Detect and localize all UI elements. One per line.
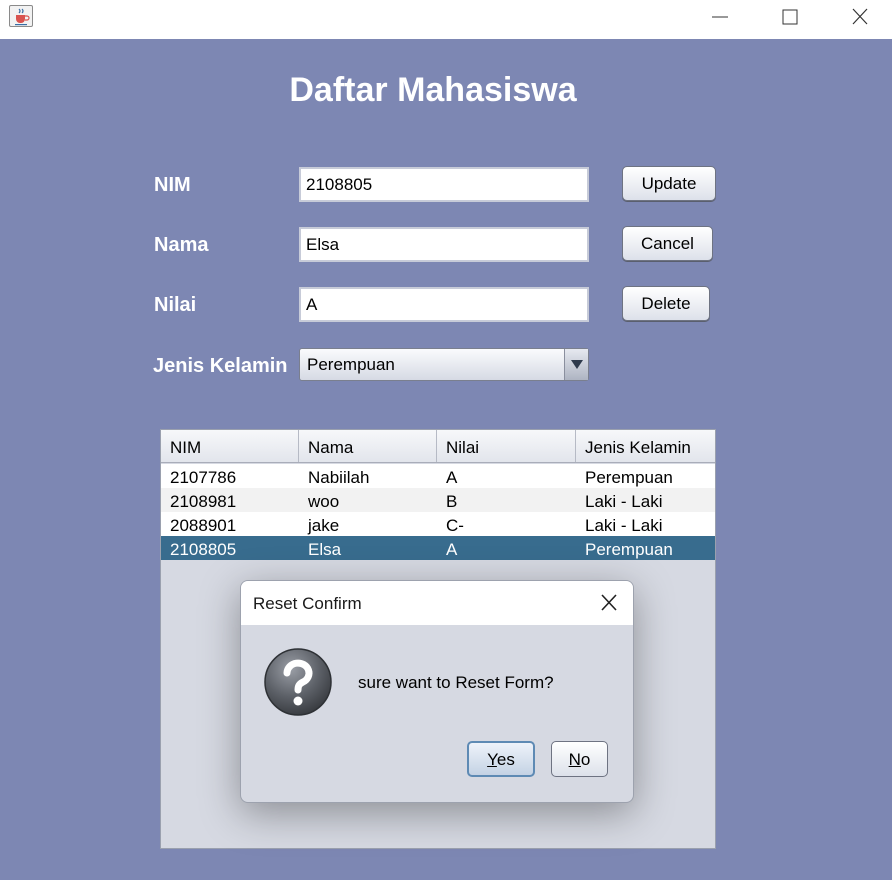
table-cell: 2108805 [170,540,237,559]
cancel-button[interactable]: Cancel [622,226,713,261]
delete-button[interactable]: Delete [622,286,710,321]
table-cell: woo [308,492,340,511]
nim-field[interactable]: 2108805 [299,167,589,202]
table-cell: 2108981 [170,492,237,511]
minimize-icon [712,16,728,18]
table-row[interactable]: 2108981 woo B Laki - Laki [161,488,715,512]
nilai-field[interactable]: A [299,287,589,322]
reset-confirm-dialog: Reset Confirm sure want to Reset Form? Y… [240,580,634,803]
table-cell: Laki - Laki [585,492,663,511]
minimize-button[interactable] [690,0,750,34]
table-row-selected[interactable]: 2108805 Elsa A Perempuan [161,536,715,560]
dialog-message: sure want to Reset Form? [358,673,554,692]
yes-button[interactable]: Yes [467,741,535,777]
table-cell: Laki - Laki [585,516,663,535]
update-button[interactable]: Update [622,166,716,201]
jenis-kelamin-label: Jenis Kelamin [153,355,288,377]
maximize-button[interactable] [760,0,820,34]
window-titlebar [0,0,892,39]
column-header-nama[interactable]: Nama [299,430,437,462]
close-icon [601,594,617,611]
close-window-button[interactable] [830,0,890,34]
table-cell: Elsa [308,540,342,559]
table-cell: B [446,492,458,511]
combo-arrow-button[interactable] [564,349,588,380]
no-button[interactable]: No [551,741,608,777]
question-icon [263,647,333,717]
dialog-close-button[interactable] [595,591,623,615]
table-cell: Nabiilah [308,468,370,487]
nama-field[interactable]: Elsa [299,227,589,262]
column-header-nilai[interactable]: Nilai [437,430,576,462]
page-title: Daftar Mahasiswa [289,71,577,109]
nama-label: Nama [154,234,209,256]
dialog-titlebar: Reset Confirm [241,581,633,625]
table-cell: jake [308,516,340,535]
table-cell: Perempuan [585,468,673,487]
nilai-label: Nilai [154,294,197,316]
table-cell: Perempuan [585,540,673,559]
dialog-title: Reset Confirm [253,594,362,613]
close-icon [852,8,868,25]
table-cell: 2088901 [170,516,237,535]
jenis-kelamin-selected: Perempuan [307,355,395,374]
table-row[interactable]: 2107786 Nabiilah A Perempuan [161,464,715,488]
column-header-nim[interactable]: NIM [161,430,299,462]
column-header-jenis-kelamin[interactable]: Jenis Kelamin [576,430,715,462]
nim-label: NIM [154,174,191,196]
maximize-icon [782,9,798,25]
table-cell: A [446,468,458,487]
table-cell: 2107786 [170,468,237,487]
table-cell: C- [446,516,464,535]
java-cup-icon[interactable] [9,5,33,27]
jenis-kelamin-select[interactable]: Perempuan [299,348,589,381]
chevron-down-icon [571,360,583,369]
table-header: NIM Nama Nilai Jenis Kelamin [161,430,715,463]
table-row[interactable]: 2088901 jake C- Laki - Laki [161,512,715,536]
table-cell: A [446,540,458,559]
